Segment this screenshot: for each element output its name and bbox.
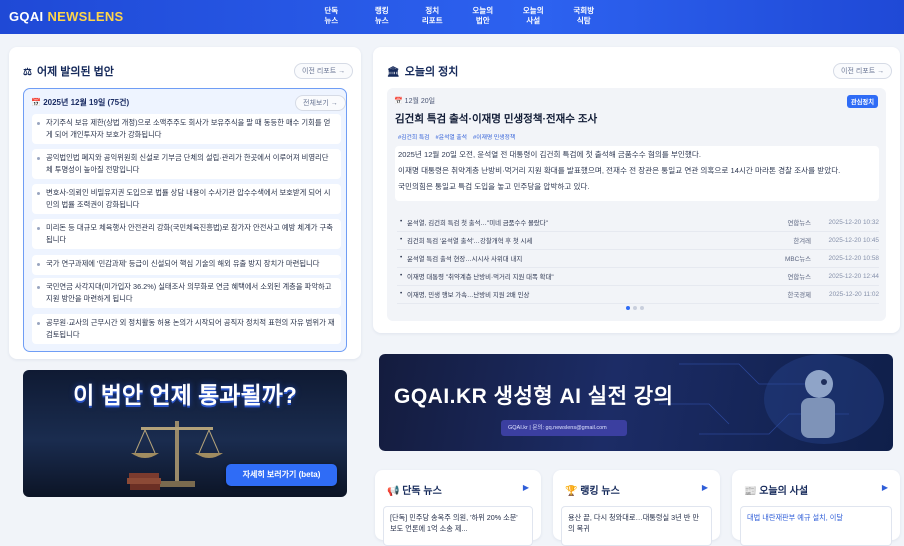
law-banner-cta-button[interactable]: 자세히 보러가기 (beta): [226, 464, 337, 486]
news-title: 이재명 대통령 "취약계층 난방비·먹거리 지원 대폭 확대": [397, 272, 777, 281]
carousel-dots: [626, 306, 644, 310]
politics-tag[interactable]: #윤석열 출석: [436, 132, 468, 141]
bill-item[interactable]: 미리돈 등 대규모 체육행사 안전관리 강화(국민체육진흥법)로 참가자 안전사…: [32, 219, 341, 249]
bill-item[interactable]: 공무원·교사의 근무시간 외 정치활동 허용 논의가 시작되어 공직자 정치적 …: [32, 314, 341, 344]
news-row[interactable]: 김건희 특검 '윤석열 출석'…강찰개혁 후 첫 시세 한겨레 2025-12-20…: [397, 232, 879, 250]
bill-item[interactable]: 공익법인법 폐지와 공익위원회 신설로 기부금 단체의 설립·관리가 한곳에서 …: [32, 149, 341, 179]
play-arrow-icon[interactable]: ▶: [882, 483, 888, 492]
exclusive-news-card: 📢 단독 뉴스 ▶ [단독] 민주당 송옥주 의원, '하위 20% 소문' 보…: [375, 470, 541, 546]
megaphone-icon: 📢: [387, 486, 403, 497]
carousel-dot[interactable]: [626, 306, 630, 310]
nav-today-bills[interactable]: 오늘의 법안: [458, 6, 509, 26]
news-date: 2025-12-20 11:02: [829, 291, 879, 298]
politics-headline[interactable]: 김건희 특검 출석·이재명 민생정책·전재수 조사: [395, 111, 597, 126]
news-source: 한겨레: [793, 238, 811, 245]
news-row[interactable]: 이재명 대통령 "취약계층 난방비·먹거리 지원 대폭 확대" 연합뉴스 2025-…: [397, 268, 879, 286]
news-title: 김건희 특검 '윤석열 출석'…강찰개혁 후 첫 시세: [397, 236, 777, 245]
bills-title-text: 어제 발의된 법안: [36, 66, 114, 78]
main-nav: 단독 뉴스 랭킹 뉴스 정치 리포트 오늘의 법안 오늘의 사설 국회방 식탐: [306, 6, 609, 26]
politics-section-title: 🏛 오늘의 정치: [387, 63, 458, 79]
ai-banner-subtitle: GQAI.kr | 문의: gq.newslens@gmail.com: [501, 420, 627, 436]
editorial-title-text: 오늘의 사설: [759, 486, 809, 497]
bills-view-all-button[interactable]: 전체보기 →: [295, 95, 346, 111]
politics-prev-report-button[interactable]: 이전 리포트 →: [833, 63, 893, 79]
nav-ranking-news[interactable]: 랭킹 뉴스: [357, 6, 408, 26]
news-title: 윤석열 특검 출석 현장…시시사 사위대 내지: [397, 254, 777, 263]
scales-of-justice-icon: [127, 421, 223, 490]
news-source: 연합뉴스: [787, 220, 811, 227]
ranking-news-title-text: 랭킹 뉴스: [580, 486, 620, 497]
ranking-news-item[interactable]: 용산 끝, 다시 청와대로…대통령실 3년 반 만의 복귀: [561, 506, 712, 546]
logo-part1: GQAI: [9, 9, 44, 24]
logo-part2: NEWSLENS: [47, 9, 124, 24]
bills-prev-report-button[interactable]: 이전 리포트 →: [294, 63, 354, 79]
brand-logo[interactable]: GQAI NEWSLENS: [9, 9, 124, 24]
summary-paragraph: 2025년 12월 20일 오전, 윤석열 전 대통령이 김건희 특검에 첫 출…: [398, 150, 701, 159]
nav-politics-report[interactable]: 정치 리포트: [407, 6, 458, 26]
nav-assembly[interactable]: 국회방 식탐: [559, 6, 610, 26]
top-navigation-bar: GQAI NEWSLENS 단독 뉴스 랭킹 뉴스 정치 리포트 오늘의 법안 오…: [0, 0, 904, 34]
law-banner-title: 이 법안 언제 통과될까?: [73, 382, 297, 408]
editorial-card: 📰 오늘의 사설 ▶ 대법 내란재판부 예규 설치, 이달: [732, 470, 900, 546]
editorial-item[interactable]: 대법 내란재판부 예규 설치, 이달: [740, 506, 892, 546]
carousel-dot[interactable]: [633, 306, 637, 310]
politics-date: 📅 12월 20일: [394, 96, 435, 106]
politics-slide: 📅 12월 20일 관심정치 김건희 특검 출석·이재명 민생정책·전재수 조사…: [387, 88, 886, 321]
news-title: 윤석열, 김건희 특검 첫 출석…"미네 금품수수 몰랐다": [397, 218, 777, 227]
news-title: 이재명, 민생 행보 가속…난방비 지원 2배 인상: [397, 290, 777, 299]
summary-paragraph: 국민의힘은 통일교 특검 도입을 놓고 민주당을 압박하고 있다.: [398, 182, 590, 191]
news-row[interactable]: 윤석열 특검 출석 현장…시시사 사위대 내지 MBC뉴스 2025-12-20 1…: [397, 250, 879, 268]
nav-today-editorial[interactable]: 오늘의 사설: [508, 6, 559, 26]
news-source: MBC뉴스: [785, 256, 811, 263]
news-date: 2025-12-20 10:32: [828, 219, 879, 226]
bills-list-box: 📅 2025년 12월 19일 (75건) 전체보기 → 자기주식 보유 제한(…: [23, 88, 347, 352]
ai-banner-title: GQAI.KR 생성형 AI 실전 강의: [394, 385, 674, 408]
politics-summary: 2025년 12월 20일 오전, 윤석열 전 대통령이 김건희 특검에 첫 출…: [395, 146, 879, 201]
carousel-dot[interactable]: [640, 306, 644, 310]
exclusive-news-item[interactable]: [단독] 민주당 송옥주 의원, '하위 20% 소문' 보도 언론에 1억 소…: [383, 506, 533, 546]
politics-tag[interactable]: #김건희 특검: [398, 132, 430, 141]
politics-tags: #김건희 특검 #윤석열 출석 #이재명 민생정책: [398, 132, 515, 141]
news-source: 한국경제: [787, 292, 811, 299]
bill-item[interactable]: 국민연금 사각지대(미가입자 36.2%) 실태조사 의무화로 연금 혜택에서 …: [32, 278, 341, 308]
politics-tag[interactable]: #이재명 민생정책: [473, 132, 515, 141]
politics-title-text: 오늘의 정치: [404, 66, 459, 78]
summary-paragraph: 이재명 대통령은 취약계층 난방비·먹거리 지원 확대를 발표했으며, 전재수 …: [398, 166, 841, 175]
law-pass-banner[interactable]: 이 법안 언제 통과될까? 자세히 보러가기 (beta): [23, 370, 347, 497]
bill-item[interactable]: 변호사-의뢰인 비밀유지권 도입으로 법률 상담 내용이 수사기관 압수수색에서…: [32, 184, 341, 214]
editorial-title[interactable]: 📰 오늘의 사설: [744, 482, 808, 497]
bills-date-text: 2025년 12월 19일 (75건): [43, 98, 130, 107]
politics-news-list: 윤석열, 김건희 특검 첫 출석…"미네 금품수수 몰랐다" 연합뉴스 2025-1…: [397, 214, 879, 304]
ranking-icon: 🏆: [565, 486, 581, 497]
nav-exclusive-news[interactable]: 단독 뉴스: [306, 6, 357, 26]
bills-date-header: 📅 2025년 12월 19일 (75건): [31, 97, 129, 108]
news-row[interactable]: 윤석열, 김건희 특검 첫 출석…"미네 금품수수 몰랐다" 연합뉴스 2025-1…: [397, 214, 879, 232]
ranking-news-title[interactable]: 🏆 랭킹 뉴스: [565, 482, 620, 497]
politics-badge: 관심정치: [846, 95, 878, 108]
news-source: 연합뉴스: [787, 274, 811, 281]
news-date: 2025-12-20 10:45: [828, 237, 879, 244]
exclusive-news-title[interactable]: 📢 단독 뉴스: [387, 482, 442, 497]
ranking-news-card: 🏆 랭킹 뉴스 ▶ 용산 끝, 다시 청와대로…대통령실 3년 반 만의 복귀: [553, 470, 720, 546]
bills-section-title: ⚖ 어제 발의된 법안: [23, 63, 114, 79]
newspaper-icon: 📰: [744, 486, 760, 497]
politics-date-text: 12월 20일: [404, 98, 436, 105]
ai-course-banner[interactable]: GQAI.KR 생성형 AI 실전 강의 GQAI.kr | 문의: gq.ne…: [379, 354, 893, 451]
scales-icon: ⚖: [23, 67, 32, 78]
bill-item[interactable]: 국가 연구과제에 '민감과제' 등급이 신설되어 핵심 기술의 해외 유출 방지…: [32, 255, 341, 275]
calendar-icon: 📅: [394, 98, 405, 105]
bill-item[interactable]: 자기주식 보유 제한(상법 개정)으로 소액주주도 회사가 보유주식을 팔 때 …: [32, 114, 341, 144]
calendar-icon: 📅: [31, 98, 44, 107]
news-date: 2025-12-20 10:58: [828, 255, 879, 262]
play-arrow-icon[interactable]: ▶: [523, 483, 529, 492]
news-row[interactable]: 이재명, 민생 행보 가속…난방비 지원 2배 인상 한국경제 2025-12-20…: [397, 286, 879, 304]
exclusive-news-title-text: 단독 뉴스: [402, 486, 442, 497]
news-date: 2025-12-20 12:44: [828, 273, 879, 280]
play-arrow-icon[interactable]: ▶: [702, 483, 708, 492]
building-icon: 🏛: [387, 67, 400, 78]
